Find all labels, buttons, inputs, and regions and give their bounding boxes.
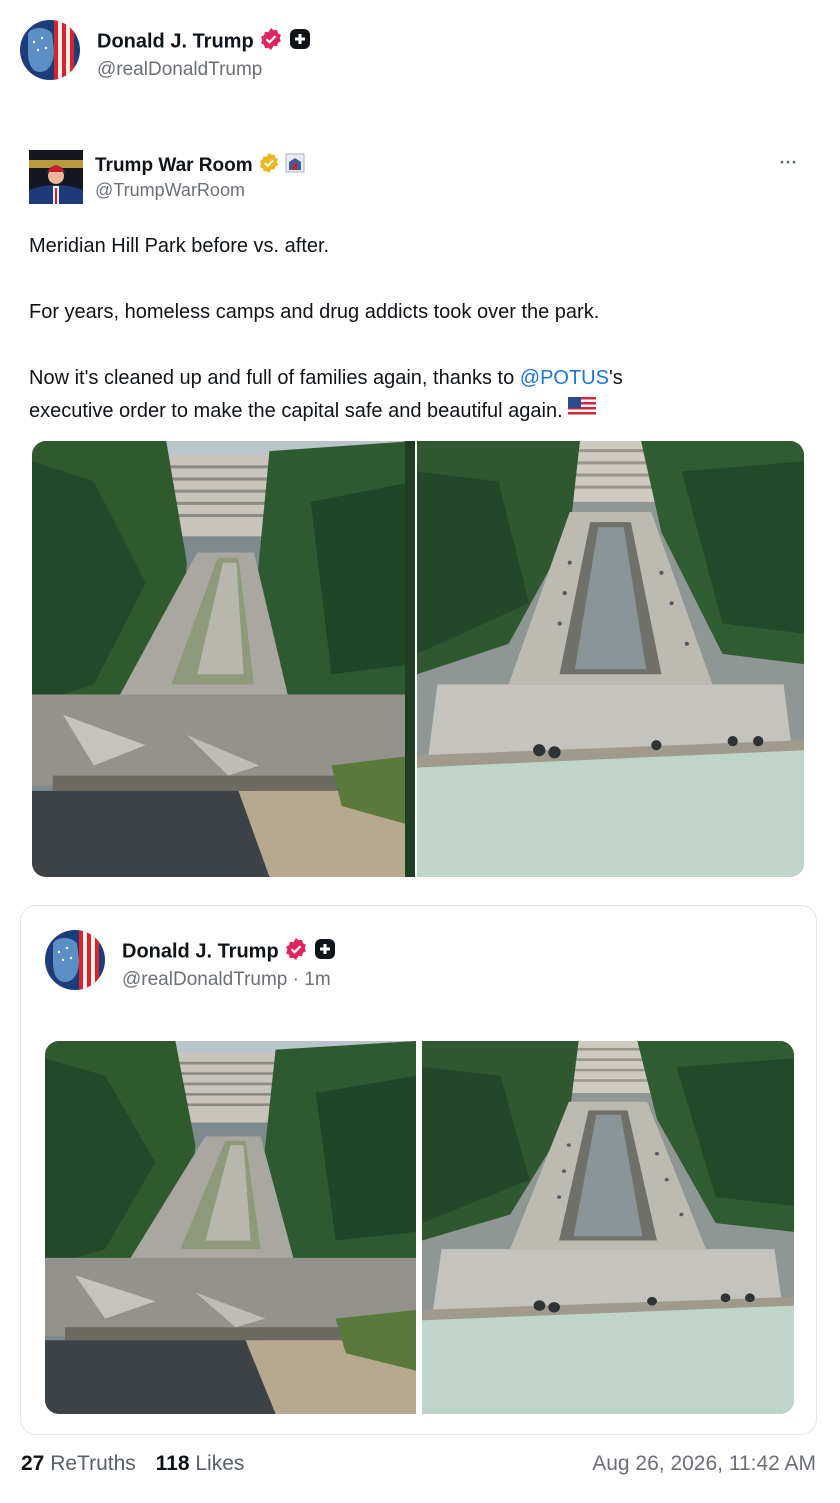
post-author-handle[interactable]: @realDonaldTrump [97,59,262,81]
us-flag-icon [568,395,597,428]
quoted-text: Meridian Hill Park before vs. after. For… [29,230,809,428]
verified-badge-icon [259,27,283,57]
embedded-post-card[interactable]: Donald J. Trump @realDonaldTrump · 1m [20,905,817,1435]
post-author-name[interactable]: Donald J. Trump [97,27,311,57]
verified-badge-icon [284,937,308,967]
potus-mention-link[interactable]: @POTUS [520,367,609,389]
embedded-author-handle[interactable]: @realDonaldTrump [122,969,287,990]
embedded-author-name[interactable]: Donald J. Trump [122,937,336,967]
more-options-button[interactable]: ··· [778,148,798,176]
gold-verified-badge-icon [258,152,280,180]
embedded-time-ago[interactable]: · 1m [293,969,331,990]
quoted-text-line: Meridian Hill Park before vs. after. [29,235,330,257]
plus-badge-icon [314,938,336,966]
post-stats: 27 ReTruths 118 Likes [21,1452,244,1476]
before-photo[interactable] [32,441,414,877]
embedded-author-meta: @realDonaldTrump · 1m [122,969,331,991]
quoted-text-line: executive order to make the capital safe… [29,395,809,428]
likes-stat[interactable]: 118 Likes [156,1452,245,1475]
retruths-stat[interactable]: 27 ReTruths [21,1452,136,1475]
quoted-text-line: Now it's cleaned up and full of families… [29,367,623,389]
quoted-text-line: For years, homeless camps and drug addic… [29,301,600,323]
plus-badge-icon [289,28,311,56]
after-photo[interactable] [417,441,804,877]
photo-divider [405,441,415,877]
quoted-author-handle[interactable]: @TrumpWarRoom [95,180,245,201]
affiliate-badge-icon [285,153,305,179]
post-timestamp[interactable]: Aug 26, 2026, 11:42 AM [592,1452,816,1476]
embedded-before-photo[interactable] [45,1041,416,1414]
embedded-after-photo[interactable] [422,1041,794,1414]
embedded-author-avatar[interactable] [45,930,105,990]
post-author-avatar[interactable] [20,20,80,80]
quoted-author-name[interactable]: Trump War Room [95,152,305,180]
quoted-author-avatar[interactable] [29,150,83,204]
